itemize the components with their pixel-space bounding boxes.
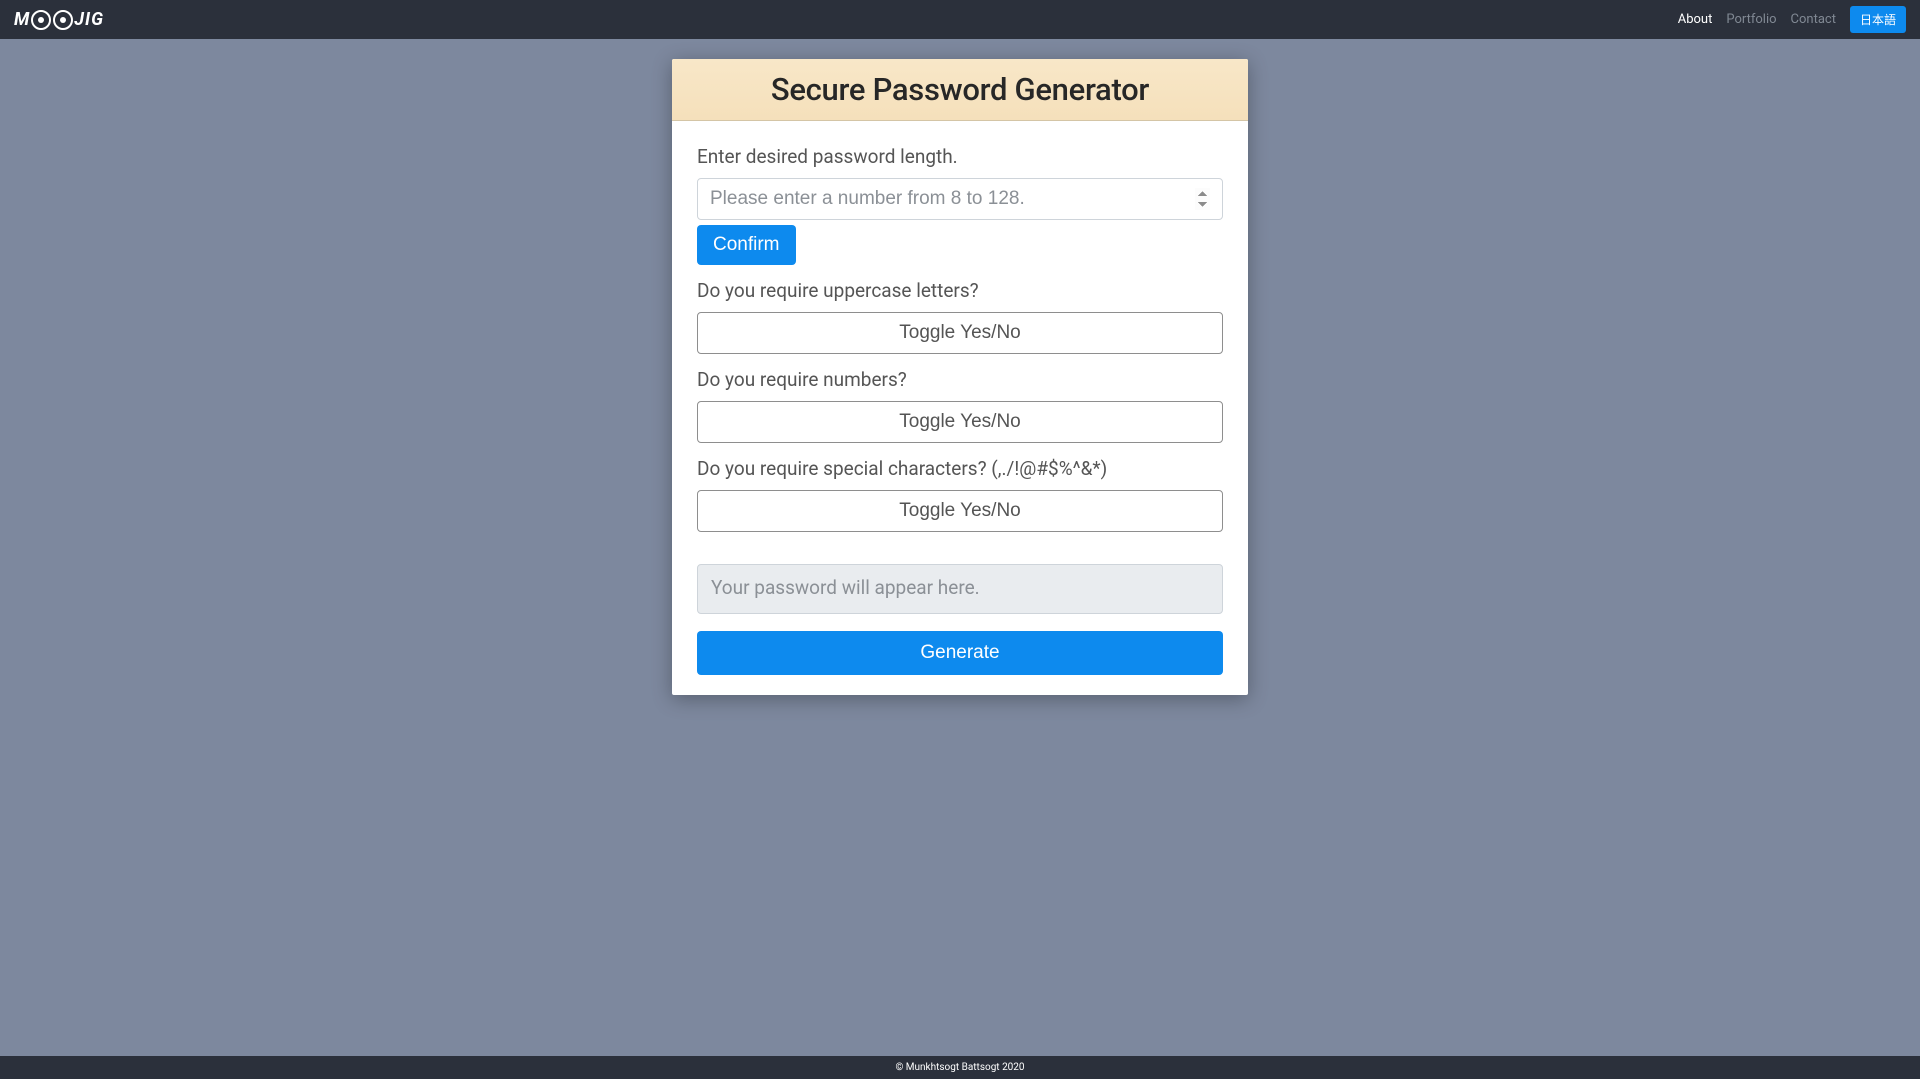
footer: © Munkhtsogt Battsogt 2020	[0, 1056, 1920, 1079]
nav-link-about[interactable]: About	[1678, 12, 1713, 27]
length-label: Enter desired password length.	[697, 145, 1223, 168]
special-toggle[interactable]: Toggle Yes/No	[697, 490, 1223, 532]
nav-links: About Portfolio Contact 日本語	[1678, 6, 1906, 33]
brand-suffix: JIG	[74, 9, 104, 30]
numbers-toggle[interactable]: Toggle Yes/No	[697, 401, 1223, 443]
card-body: Enter desired password length. Confirm D…	[672, 121, 1248, 695]
length-input[interactable]	[697, 178, 1223, 220]
navbar: M JIG About Portfolio Contact 日本語	[0, 0, 1920, 39]
target-icon	[31, 10, 51, 30]
generate-button[interactable]: Generate	[697, 631, 1223, 675]
special-label: Do you require special characters? (,./!…	[697, 457, 1223, 480]
uppercase-toggle[interactable]: Toggle Yes/No	[697, 312, 1223, 354]
nav-link-contact[interactable]: Contact	[1791, 12, 1836, 27]
generator-card: Secure Password Generator Enter desired …	[672, 59, 1248, 695]
nav-link-portfolio[interactable]: Portfolio	[1726, 12, 1776, 27]
brand-prefix: M	[14, 9, 30, 30]
brand-logo[interactable]: M JIG	[14, 9, 104, 30]
password-output	[697, 564, 1223, 614]
page-title: Secure Password Generator	[672, 71, 1248, 108]
card-header: Secure Password Generator	[672, 59, 1248, 121]
main-content: Secure Password Generator Enter desired …	[0, 39, 1920, 1056]
copyright-text: © Munkhtsogt Battsogt 2020	[895, 1062, 1024, 1073]
language-button[interactable]: 日本語	[1850, 6, 1906, 33]
numbers-label: Do you require numbers?	[697, 368, 1223, 391]
uppercase-label: Do you require uppercase letters?	[697, 279, 1223, 302]
target-icon	[53, 10, 73, 30]
confirm-button[interactable]: Confirm	[697, 225, 796, 265]
